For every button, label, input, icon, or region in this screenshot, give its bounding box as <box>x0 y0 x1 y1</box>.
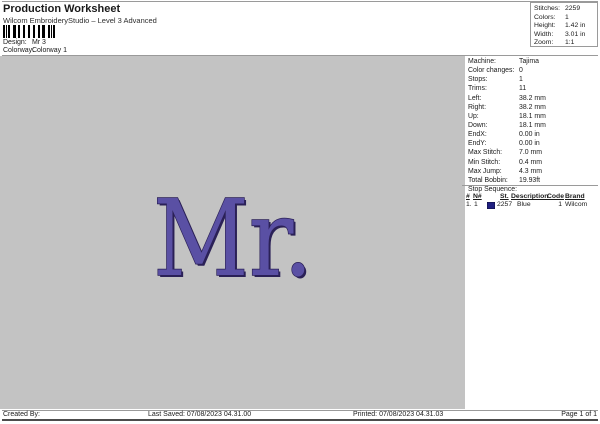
detail-row-right: Right: 38.2 mm <box>468 103 596 112</box>
summary-row-colors: Colors: 1 <box>534 14 597 23</box>
detail-label: Min Stitch: <box>468 158 501 166</box>
thread-color-swatch <box>487 201 495 209</box>
detail-label: EndY: <box>468 140 487 148</box>
detail-label: Trims: <box>468 85 487 93</box>
detail-row-color-changes: Color changes: 0 <box>468 66 596 75</box>
machine-details-panel: Machine: Tajima Color changes: 0 Stops: 1 T… <box>468 57 596 185</box>
column-header-brand: Brand <box>565 193 585 200</box>
footer-divider <box>2 410 598 411</box>
summary-value: 1.42 in <box>565 22 586 29</box>
summary-label: Colors: <box>534 13 556 21</box>
summary-row-height: Height: 1.42 in <box>534 22 597 31</box>
page-title: Production Worksheet <box>3 3 121 15</box>
detail-value: 11 <box>519 85 527 93</box>
detail-value: 18.1 mm <box>519 112 546 120</box>
detail-row-max-stitch: Max Stitch: 7.0 mm <box>468 148 596 157</box>
stop-row-brand: Wilcom <box>565 200 588 208</box>
thread-color-swatch-rect <box>487 201 495 209</box>
detail-value: 0.4 mm <box>519 158 542 166</box>
column-header-needle: N# <box>473 193 482 200</box>
production-worksheet-page: Production Worksheet Wilcom EmbroiderySt… <box>0 0 600 424</box>
summary-row-stitches: Stitches: 2259 <box>534 5 597 14</box>
detail-value: 1 <box>519 76 523 84</box>
summary-value: 2259 <box>565 5 581 12</box>
detail-row-endy: EndY: 0.00 in <box>468 139 596 148</box>
detail-row-down: Down: 18.1 mm <box>468 121 596 130</box>
footer-printed: Printed: 07/08/2023 04.31.03 <box>353 411 444 418</box>
detail-label: Left: <box>468 94 482 102</box>
stop-sequence-title: Stop Sequence: <box>468 186 518 193</box>
detail-label: Stops: <box>468 76 488 84</box>
detail-row-machine: Machine: Tajima <box>468 57 596 66</box>
detail-row-endx: EndX: 0.00 in <box>468 130 596 139</box>
colorway-label: Colorway: <box>3 47 35 54</box>
detail-row-max-jump: Max Jump: 4.3 mm <box>468 167 596 176</box>
design-text: Mr. <box>153 177 313 300</box>
stop-row-num: 1. <box>466 200 472 208</box>
stop-row-stitches: 2257 <box>497 200 513 208</box>
stop-row-needle: 1 <box>474 200 478 208</box>
detail-row-min-stitch: Min Stitch: 0.4 mm <box>468 158 596 167</box>
summary-label: Zoom: <box>534 39 554 46</box>
detail-row-stops: Stops: 1 <box>468 75 596 84</box>
app-subtitle: Wilcom EmbroideryStudio – Level 3 Advanc… <box>3 16 157 25</box>
detail-label: Color changes: <box>468 67 515 75</box>
detail-label: Up: <box>468 112 479 120</box>
summary-label: Width: <box>534 30 554 38</box>
detail-row-trims: Trims: 11 <box>468 84 596 93</box>
column-header-code: Code <box>547 193 564 200</box>
detail-value: 0.00 in <box>519 131 540 139</box>
detail-value: 19.93ft <box>519 176 541 184</box>
barcode-icon <box>3 25 55 38</box>
design-value: Mr 3 <box>31 39 46 46</box>
summary-label: Height: <box>534 22 556 29</box>
summary-value: 1:1 <box>565 39 575 46</box>
summary-row-width: Width: 3.01 in <box>534 31 597 40</box>
embroidery-design: Mr. Mr. <box>152 176 315 302</box>
stop-row-code: 1 <box>558 200 562 208</box>
detail-label: Right: <box>468 103 487 111</box>
detail-label: Total Bobbin: <box>468 176 508 184</box>
detail-value: 38.2 mm <box>519 103 546 111</box>
detail-value: 38.2 mm <box>519 94 546 102</box>
summary-value: 3.01 in <box>565 30 586 38</box>
detail-value: 18.1 mm <box>519 121 546 129</box>
detail-value: Tajima <box>519 58 539 65</box>
design-name-row: Design: Mr 3 <box>3 39 46 46</box>
design-canvas: Mr. Mr. <box>0 56 465 409</box>
stop-row-description: Blue <box>517 200 531 208</box>
detail-label: Machine: <box>468 58 496 65</box>
detail-row-up: Up: 18.1 mm <box>468 112 596 121</box>
top-rule <box>2 1 598 2</box>
detail-row-left: Left: 38.2 mm <box>468 94 596 103</box>
detail-value: 0.00 in <box>519 140 540 148</box>
detail-label: EndX: <box>468 131 487 139</box>
detail-label: Max Jump: <box>468 167 502 175</box>
column-header-description: Description <box>511 193 549 200</box>
design-summary-box: Stitches: 2259 Colors: 1 Height: 1.42 in Wi… <box>530 2 598 47</box>
colorway-row: Colorway: Colorway 1 <box>3 47 67 54</box>
column-header-stitches: St. <box>500 193 509 200</box>
summary-label: Stitches: <box>534 5 561 12</box>
colorway-value: Colorway 1 <box>31 47 67 54</box>
footer-created-by: Created By: <box>3 411 40 418</box>
detail-value: 0 <box>519 67 523 75</box>
footer-bottom-rule <box>2 419 598 421</box>
footer-last-saved: Last Saved: 07/08/2023 04.31.00 <box>148 411 252 418</box>
footer-page-number: Page 1 of 1 <box>561 411 597 418</box>
detail-label: Max Stitch: <box>468 149 503 157</box>
detail-row-total-bobbin: Total Bobbin: 19.93ft <box>468 176 596 185</box>
detail-value: 7.0 mm <box>519 149 542 157</box>
column-header-num: # <box>466 193 470 200</box>
summary-row-zoom: Zoom: 1:1 <box>534 39 597 48</box>
design-label: Design: <box>3 39 27 46</box>
summary-value: 1 <box>565 13 569 21</box>
detail-label: Down: <box>468 121 488 129</box>
detail-value: 4.3 mm <box>519 167 542 175</box>
